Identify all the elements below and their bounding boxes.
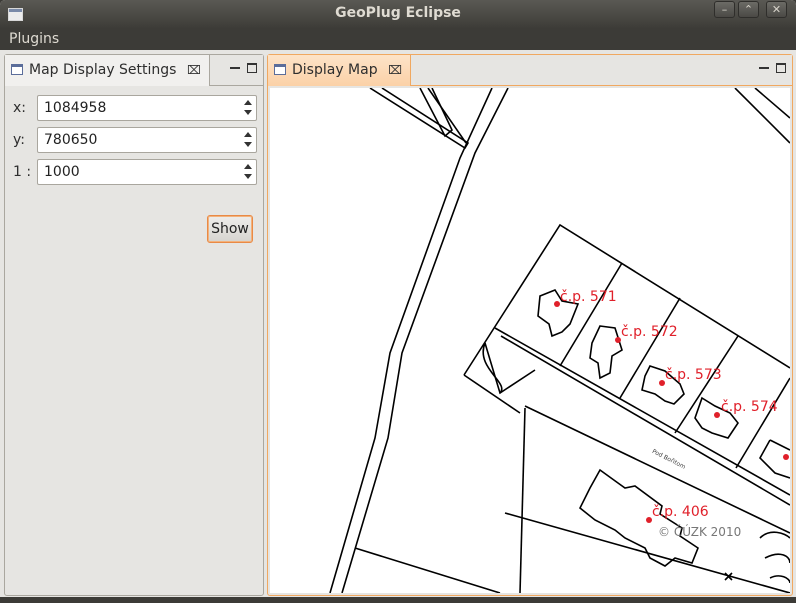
y-value: 780650 — [44, 132, 98, 148]
display-map-view: Display Map ⌧ č.p. 571 č.p. 572 č.p. 573… — [267, 54, 793, 596]
parcel-label-571: č.p. 571 — [560, 289, 617, 305]
spinner-buttons — [241, 97, 255, 119]
scale-spinner[interactable]: 1000 — [37, 159, 257, 185]
menu-bar: Plugins — [0, 28, 796, 50]
view-maximize-icon[interactable] — [247, 63, 257, 73]
close-button[interactable]: ✕ — [766, 1, 787, 18]
spinner-buttons — [241, 161, 255, 183]
y-coordinate-spinner[interactable]: 780650 — [37, 127, 257, 153]
window-title: GeoPlug Eclipse — [335, 5, 461, 21]
tab-display-map[interactable]: Display Map ⌧ — [268, 55, 411, 86]
window-bottom-border — [0, 597, 796, 603]
scale-value: 1000 — [44, 164, 80, 180]
parcel-label-406: č.p. 406 — [652, 504, 709, 520]
tab-label: Map Display Settings — [29, 62, 177, 78]
spinner-buttons — [241, 129, 255, 151]
workbench: Map Display Settings ⌧ x: 1084958 y: 780… — [0, 50, 796, 603]
increment-icon[interactable] — [244, 132, 252, 137]
tab-close-icon[interactable]: ⌧ — [388, 63, 402, 77]
x-coordinate-spinner[interactable]: 1084958 — [37, 95, 257, 121]
scale-label: 1 : — [13, 164, 32, 180]
tab-close-icon[interactable]: ⌧ — [187, 63, 201, 77]
parcel-label-574: č.p. 574 — [721, 399, 778, 415]
decrement-icon[interactable] — [244, 142, 252, 147]
view-minimize-icon[interactable] — [759, 63, 769, 69]
minimize-icon: – — [721, 3, 728, 16]
close-icon: ✕ — [771, 3, 782, 16]
maximize-icon: ⌃ — [743, 3, 754, 16]
increment-icon[interactable] — [244, 164, 252, 169]
tab-label: Display Map — [292, 62, 378, 78]
parcel-label-572: č.p. 572 — [621, 324, 678, 340]
increment-icon[interactable] — [244, 100, 252, 105]
app-window: GeoPlug Eclipse – ⌃ ✕ Plugins Map Displa… — [0, 0, 796, 603]
x-value: 1084958 — [44, 100, 107, 116]
cadastral-map — [329, 88, 790, 593]
decrement-icon[interactable] — [244, 110, 252, 115]
map-copyright: © ČÚZK 2010 — [658, 525, 742, 539]
view-maximize-icon[interactable] — [776, 63, 786, 73]
x-label: x: — [13, 100, 27, 116]
parcel-label-573: č.p. 573 — [665, 367, 722, 383]
y-label: y: — [13, 132, 25, 148]
decrement-icon[interactable] — [244, 174, 252, 179]
menu-plugins[interactable]: Plugins — [9, 31, 59, 47]
map-canvas[interactable]: č.p. 571 č.p. 572 č.p. 573 č.p. 574 č.p.… — [270, 88, 790, 593]
settings-tabstrip: Map Display Settings ⌧ — [5, 55, 263, 86]
view-icon — [274, 64, 286, 75]
map-tabstrip: Display Map ⌧ — [268, 55, 792, 86]
title-bar: GeoPlug Eclipse – ⌃ ✕ — [0, 0, 796, 28]
view-icon — [11, 64, 23, 75]
show-button[interactable]: Show — [207, 215, 253, 243]
minimize-button[interactable]: – — [714, 1, 735, 18]
map-display-settings-view: Map Display Settings ⌧ x: 1084958 y: 780… — [4, 54, 264, 596]
view-minimize-icon[interactable] — [230, 63, 240, 69]
parcel-point — [783, 454, 789, 460]
maximize-button[interactable]: ⌃ — [738, 1, 759, 18]
tab-map-display-settings[interactable]: Map Display Settings ⌧ — [5, 55, 210, 86]
parcel-point — [714, 412, 720, 418]
